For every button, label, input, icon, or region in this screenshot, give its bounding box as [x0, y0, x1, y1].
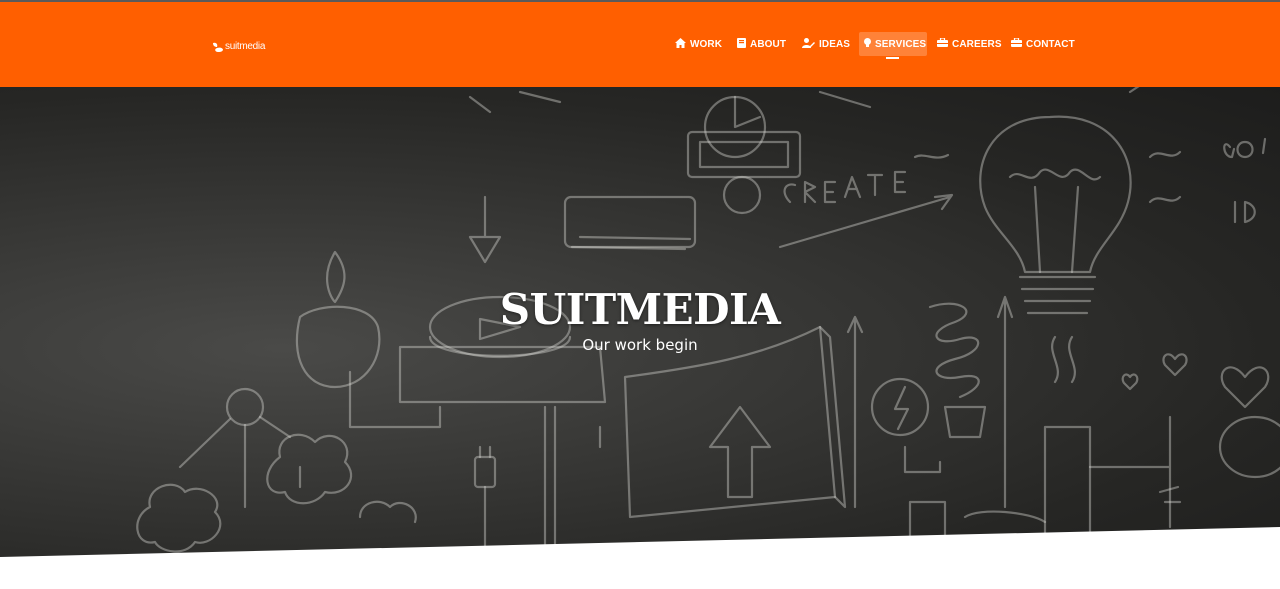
nav-label-about: ABOUT: [750, 38, 787, 50]
hero-title: SUITMEDIA: [499, 285, 781, 335]
active-indicator: [886, 57, 899, 59]
user-edit-icon: [802, 37, 819, 51]
nav-item-contact[interactable]: CONTACT: [1006, 32, 1080, 56]
briefcase-icon: [1011, 37, 1026, 50]
nav-item-careers[interactable]: CAREERS: [932, 32, 1007, 56]
nav-label-ideas: IDEAS: [819, 38, 851, 50]
lightbulb-icon: [864, 37, 875, 51]
nav-label-services: SERVICES: [875, 38, 927, 50]
nav-item-work[interactable]: WORK: [670, 32, 727, 56]
nav-item-ideas[interactable]: IDEAS: [797, 32, 855, 56]
book-icon: [737, 37, 750, 51]
hero-banner: SUITMEDIA Our work begin: [0, 87, 1280, 562]
main-nav: WORK ABOUT IDEAS SERVICES CAREERS CONTAC…: [0, 32, 1280, 60]
home-icon: [675, 37, 690, 51]
site-header: suitmedia WORK ABOUT IDEAS SERVICES CARE…: [0, 2, 1280, 87]
nav-label-careers: CAREERS: [952, 38, 1002, 50]
nav-item-services[interactable]: SERVICES: [859, 32, 927, 56]
nav-label-work: WORK: [690, 38, 723, 50]
briefcase-icon: [937, 37, 952, 50]
nav-item-about[interactable]: ABOUT: [732, 32, 791, 56]
nav-label-contact: CONTACT: [1026, 38, 1075, 50]
hero-subtitle: Our work begin: [582, 336, 698, 354]
